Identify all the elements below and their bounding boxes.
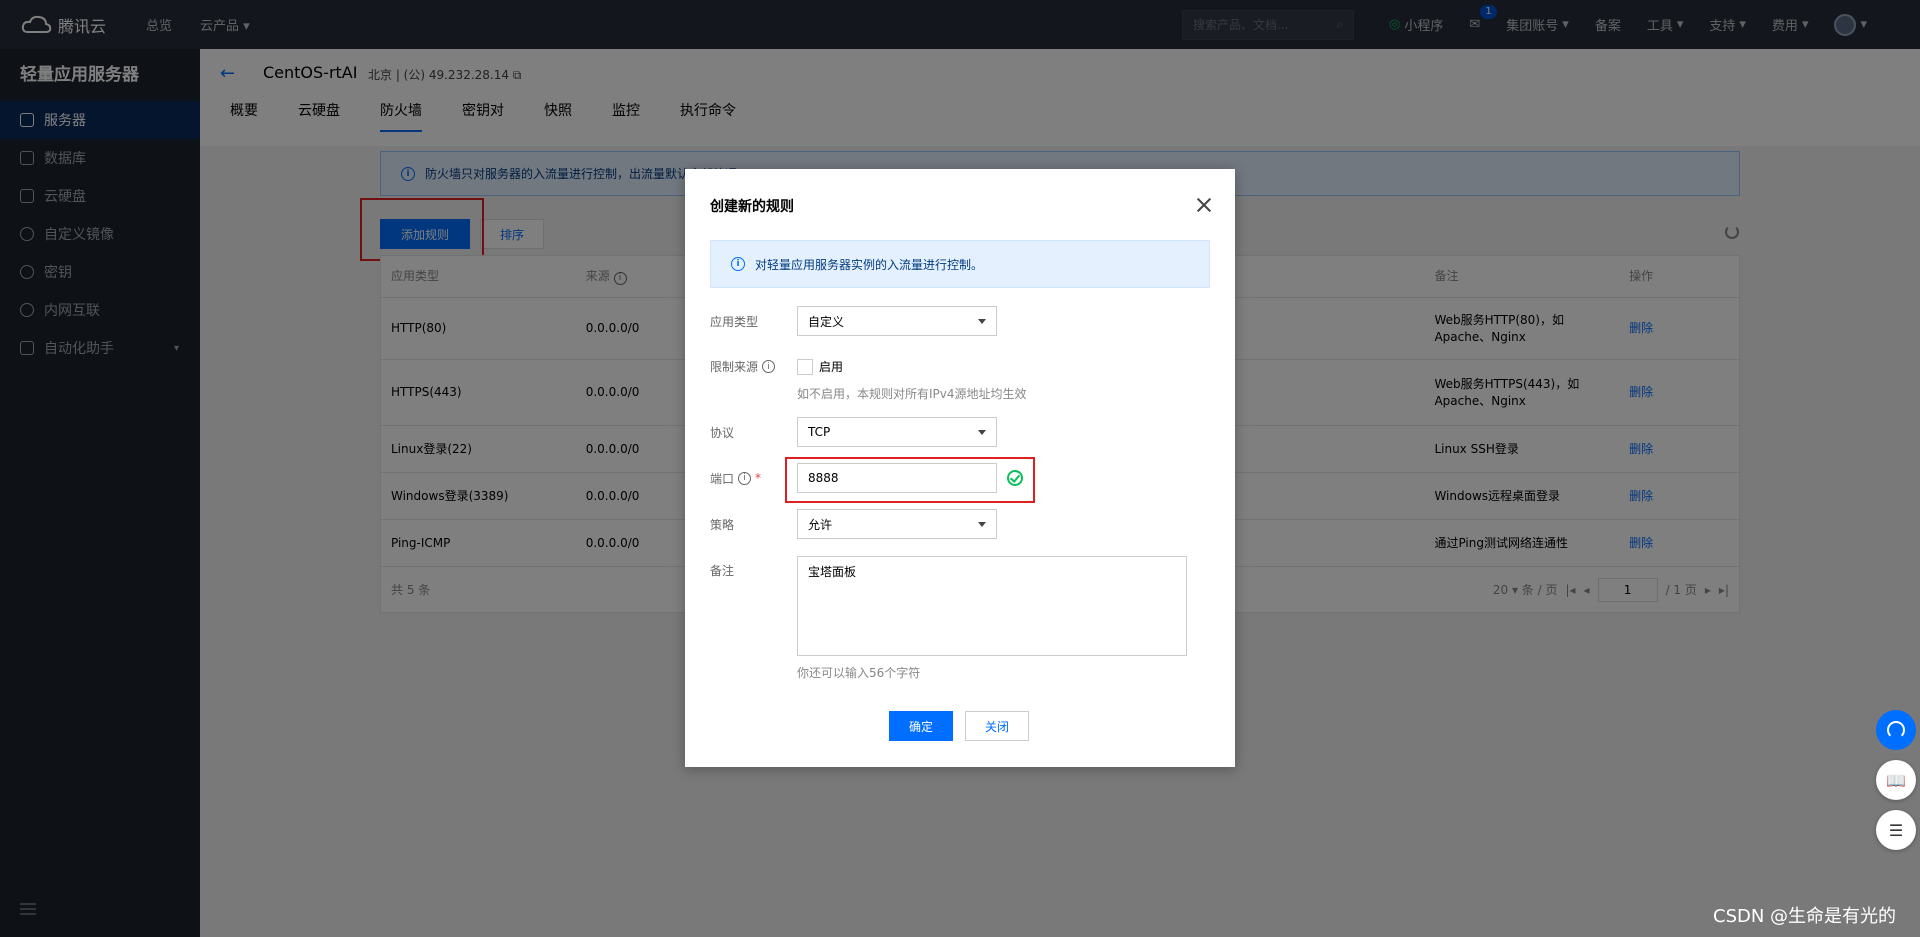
enable-limit-checkbox[interactable] bbox=[797, 358, 813, 375]
limit-source-label: 限制来源 i bbox=[710, 358, 797, 375]
app-type-label: 应用类型 bbox=[710, 314, 759, 329]
protocol-row: 协议 TCP bbox=[710, 417, 997, 447]
help-icon[interactable]: i bbox=[738, 471, 752, 485]
caret-down-icon bbox=[978, 521, 986, 527]
close-icon[interactable] bbox=[1195, 196, 1213, 214]
protocol-select[interactable]: TCP bbox=[797, 417, 997, 447]
caret-down-icon bbox=[978, 318, 986, 324]
note-textarea[interactable]: 宝塔面板 bbox=[797, 556, 1187, 656]
watermark: CSDN @生命是有光的 bbox=[1713, 906, 1897, 927]
port-label: 端口 i * bbox=[710, 470, 797, 487]
info-icon: i bbox=[731, 257, 745, 271]
dialog-title: 创建新的规则 bbox=[710, 199, 794, 215]
limit-source-row: 限制来源 i 启用 bbox=[710, 358, 843, 375]
app-type-value: 自定义 bbox=[808, 314, 845, 329]
dialog-notice: i 对轻量应用服务器实例的入流量进行控制。 bbox=[710, 240, 1210, 288]
menu-list-button[interactable]: ☰ bbox=[1876, 810, 1916, 850]
port-label-text: 端口 bbox=[710, 471, 735, 486]
book-icon: 📖 bbox=[1886, 770, 1906, 790]
limit-source-label-text: 限制来源 bbox=[710, 360, 759, 374]
customer-service-button[interactable] bbox=[1876, 710, 1916, 750]
policy-label: 策略 bbox=[710, 517, 735, 532]
app-type-select[interactable]: 自定义 bbox=[797, 306, 997, 336]
protocol-value: TCP bbox=[808, 425, 831, 439]
note-label: 备注 bbox=[710, 564, 735, 578]
note-char-hint: 你还可以输入56个字符 bbox=[797, 666, 921, 680]
docs-button[interactable]: 📖 bbox=[1876, 760, 1916, 800]
highlight-box-port bbox=[785, 457, 1035, 503]
limit-source-hint: 如不启用，本规则对所有IPv4源地址均生效 bbox=[797, 387, 1027, 401]
policy-value: 允许 bbox=[808, 517, 833, 532]
confirm-button[interactable]: 确定 bbox=[889, 711, 953, 741]
protocol-label: 协议 bbox=[710, 425, 735, 440]
note-row: 备注 宝塔面板 bbox=[710, 556, 1187, 656]
policy-select[interactable]: 允许 bbox=[797, 509, 997, 539]
required-marker: * bbox=[755, 471, 762, 485]
dialog-notice-text: 对轻量应用服务器实例的入流量进行控制。 bbox=[755, 257, 984, 272]
create-rule-dialog: 创建新的规则 i 对轻量应用服务器实例的入流量进行控制。 应用类型 自定义 限制… bbox=[685, 169, 1235, 767]
list-icon: ☰ bbox=[1888, 820, 1904, 840]
enable-limit-label: 启用 bbox=[819, 360, 844, 374]
close-button[interactable]: 关闭 bbox=[965, 711, 1029, 741]
headset-icon bbox=[1887, 721, 1905, 739]
app-type-row: 应用类型 自定义 bbox=[710, 306, 997, 336]
caret-down-icon bbox=[978, 429, 986, 435]
policy-row: 策略 允许 bbox=[710, 509, 997, 539]
help-icon[interactable]: i bbox=[762, 360, 776, 373]
